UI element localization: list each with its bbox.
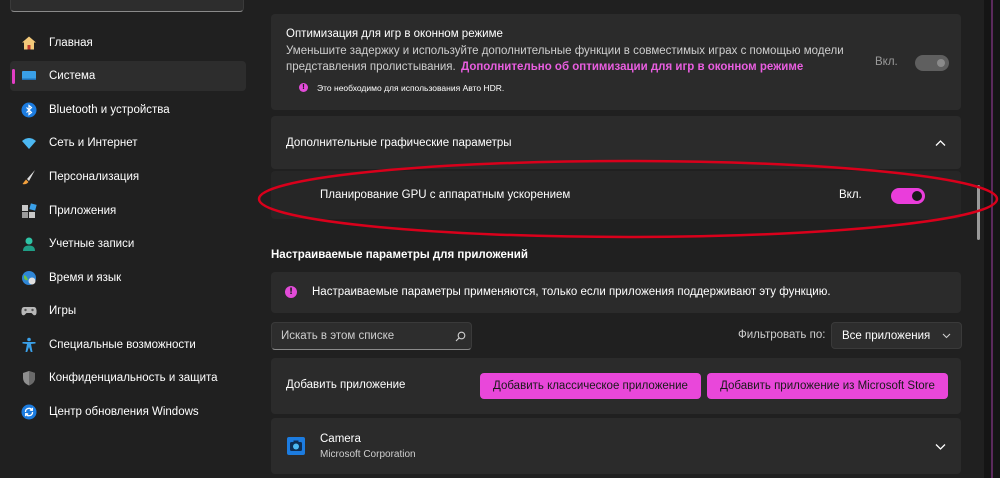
sidebar-item-label: Игры	[49, 305, 77, 317]
globe-clock-icon	[22, 271, 36, 285]
sidebar-item-label: Специальные возможности	[49, 339, 196, 351]
sidebar-item-accessibility[interactable]: Специальные возможности	[10, 330, 246, 360]
expander-title: Дополнительные графические параметры	[286, 137, 512, 149]
brush-icon	[22, 170, 35, 185]
settings-search-input[interactable]	[10, 0, 244, 12]
sidebar-item-label: Главная	[49, 37, 93, 49]
apps-icon	[22, 203, 37, 218]
toggle-state-label: Вкл.	[875, 56, 898, 68]
window-edge	[984, 0, 1000, 478]
setting-description: Уменьшите задержку и используйте дополни…	[286, 45, 844, 57]
sidebar-item-label: Bluetooth и устройства	[49, 104, 170, 116]
main-content: Оптимизация для игр в оконном режиме Уме…	[258, 0, 1000, 478]
sidebar-item-bluetooth[interactable]: Bluetooth и устройства	[10, 95, 246, 125]
info-icon: !	[285, 286, 297, 298]
sidebar-item-privacy[interactable]: Конфиденциальность и защита	[10, 363, 246, 393]
sidebar-item-label: Учетные записи	[49, 238, 135, 250]
sidebar-item-system[interactable]: Система	[10, 61, 246, 91]
setting-title: Оптимизация для игр в оконном режиме	[286, 28, 503, 40]
hdr-note: Это необходимо для использования Авто HD…	[317, 83, 505, 93]
chevron-down-icon	[942, 333, 951, 339]
accessibility-icon	[22, 337, 36, 352]
wifi-icon	[22, 138, 36, 149]
search-icon[interactable]	[455, 331, 466, 342]
sidebar: Главная Система Bluetooth и устройства С…	[0, 0, 258, 478]
update-icon	[21, 404, 37, 420]
filter-dropdown[interactable]: Все приложения	[831, 322, 962, 349]
info-icon: !	[299, 83, 308, 92]
bluetooth-icon	[21, 102, 37, 118]
sidebar-item-accounts[interactable]: Учетные записи	[10, 229, 246, 259]
app-row[interactable]: Camera Microsoft Corporation	[271, 418, 961, 474]
toggle-knob	[912, 191, 922, 201]
person-icon	[23, 237, 35, 251]
learn-more-link[interactable]: Дополнительно об оптимизации для игр в о…	[461, 61, 803, 73]
sidebar-item-label: Приложения	[49, 205, 117, 217]
advanced-graphics-expander[interactable]: Дополнительные графические параметры	[271, 116, 961, 169]
info-bar: ! Настраиваемые параметры применяются, т…	[271, 272, 961, 313]
sidebar-item-personalization[interactable]: Персонализация	[10, 162, 246, 192]
scrollbar-thumb[interactable]	[977, 185, 980, 240]
home-icon	[22, 36, 36, 50]
add-classic-app-button[interactable]: Добавить классическое приложение	[480, 373, 701, 399]
sidebar-item-label: Конфиденциальность и защита	[49, 372, 218, 384]
filter-label: Фильтровать по:	[738, 329, 826, 341]
filter-value: Все приложения	[842, 330, 931, 342]
gpu-scheduling-label: Планирование GPU с аппаратным ускорением	[320, 189, 571, 201]
window-edge-line	[991, 0, 993, 478]
sidebar-item-label: Время и язык	[49, 272, 122, 284]
app-name: Camera	[320, 433, 361, 445]
add-app-label: Добавить приложение	[286, 379, 406, 391]
sidebar-item-gaming[interactable]: Игры	[10, 296, 246, 326]
camera-app-icon	[287, 437, 305, 455]
app-publisher: Microsoft Corporation	[320, 449, 416, 460]
sidebar-item-label: Сеть и Интернет	[49, 137, 138, 149]
sidebar-item-label: Система	[49, 70, 96, 82]
sidebar-item-windows-update[interactable]: Центр обновления Windows	[10, 397, 246, 427]
shield-icon	[23, 371, 35, 386]
selection-indicator	[12, 69, 15, 84]
toggle-knob	[937, 59, 945, 67]
info-message: Настраиваемые параметры применяются, тол…	[312, 286, 831, 298]
chevron-down-icon[interactable]	[935, 443, 946, 451]
search-placeholder: Искать в этом списке	[281, 330, 395, 342]
windowed-games-card: Оптимизация для игр в оконном режиме Уме…	[271, 14, 961, 110]
sidebar-item-time-language[interactable]: Время и язык	[10, 263, 246, 293]
windowed-games-toggle[interactable]	[915, 55, 949, 71]
sidebar-item-home[interactable]: Главная	[10, 28, 246, 58]
list-search-input[interactable]: Искать в этом списке	[271, 322, 472, 350]
chevron-up-icon[interactable]	[935, 139, 946, 147]
sidebar-item-label: Центр обновления Windows	[49, 406, 199, 418]
add-store-app-button[interactable]: Добавить приложение из Microsoft Store	[707, 373, 948, 399]
gpu-scheduling-row: Планирование GPU с аппаратным ускорением…	[271, 171, 961, 219]
gamepad-icon	[21, 307, 37, 316]
sidebar-item-network[interactable]: Сеть и Интернет	[10, 128, 246, 158]
section-heading: Настраиваемые параметры для приложений	[271, 249, 528, 261]
setting-description-2: представления пролистывания.	[286, 61, 456, 73]
add-app-card: Добавить приложение Добавить классическо…	[271, 358, 961, 414]
gpu-scheduling-toggle[interactable]	[891, 188, 925, 204]
sidebar-item-apps[interactable]: Приложения	[10, 196, 246, 226]
toggle-state-label: Вкл.	[839, 189, 862, 201]
monitor-icon	[22, 71, 36, 80]
sidebar-item-label: Персонализация	[49, 171, 140, 183]
